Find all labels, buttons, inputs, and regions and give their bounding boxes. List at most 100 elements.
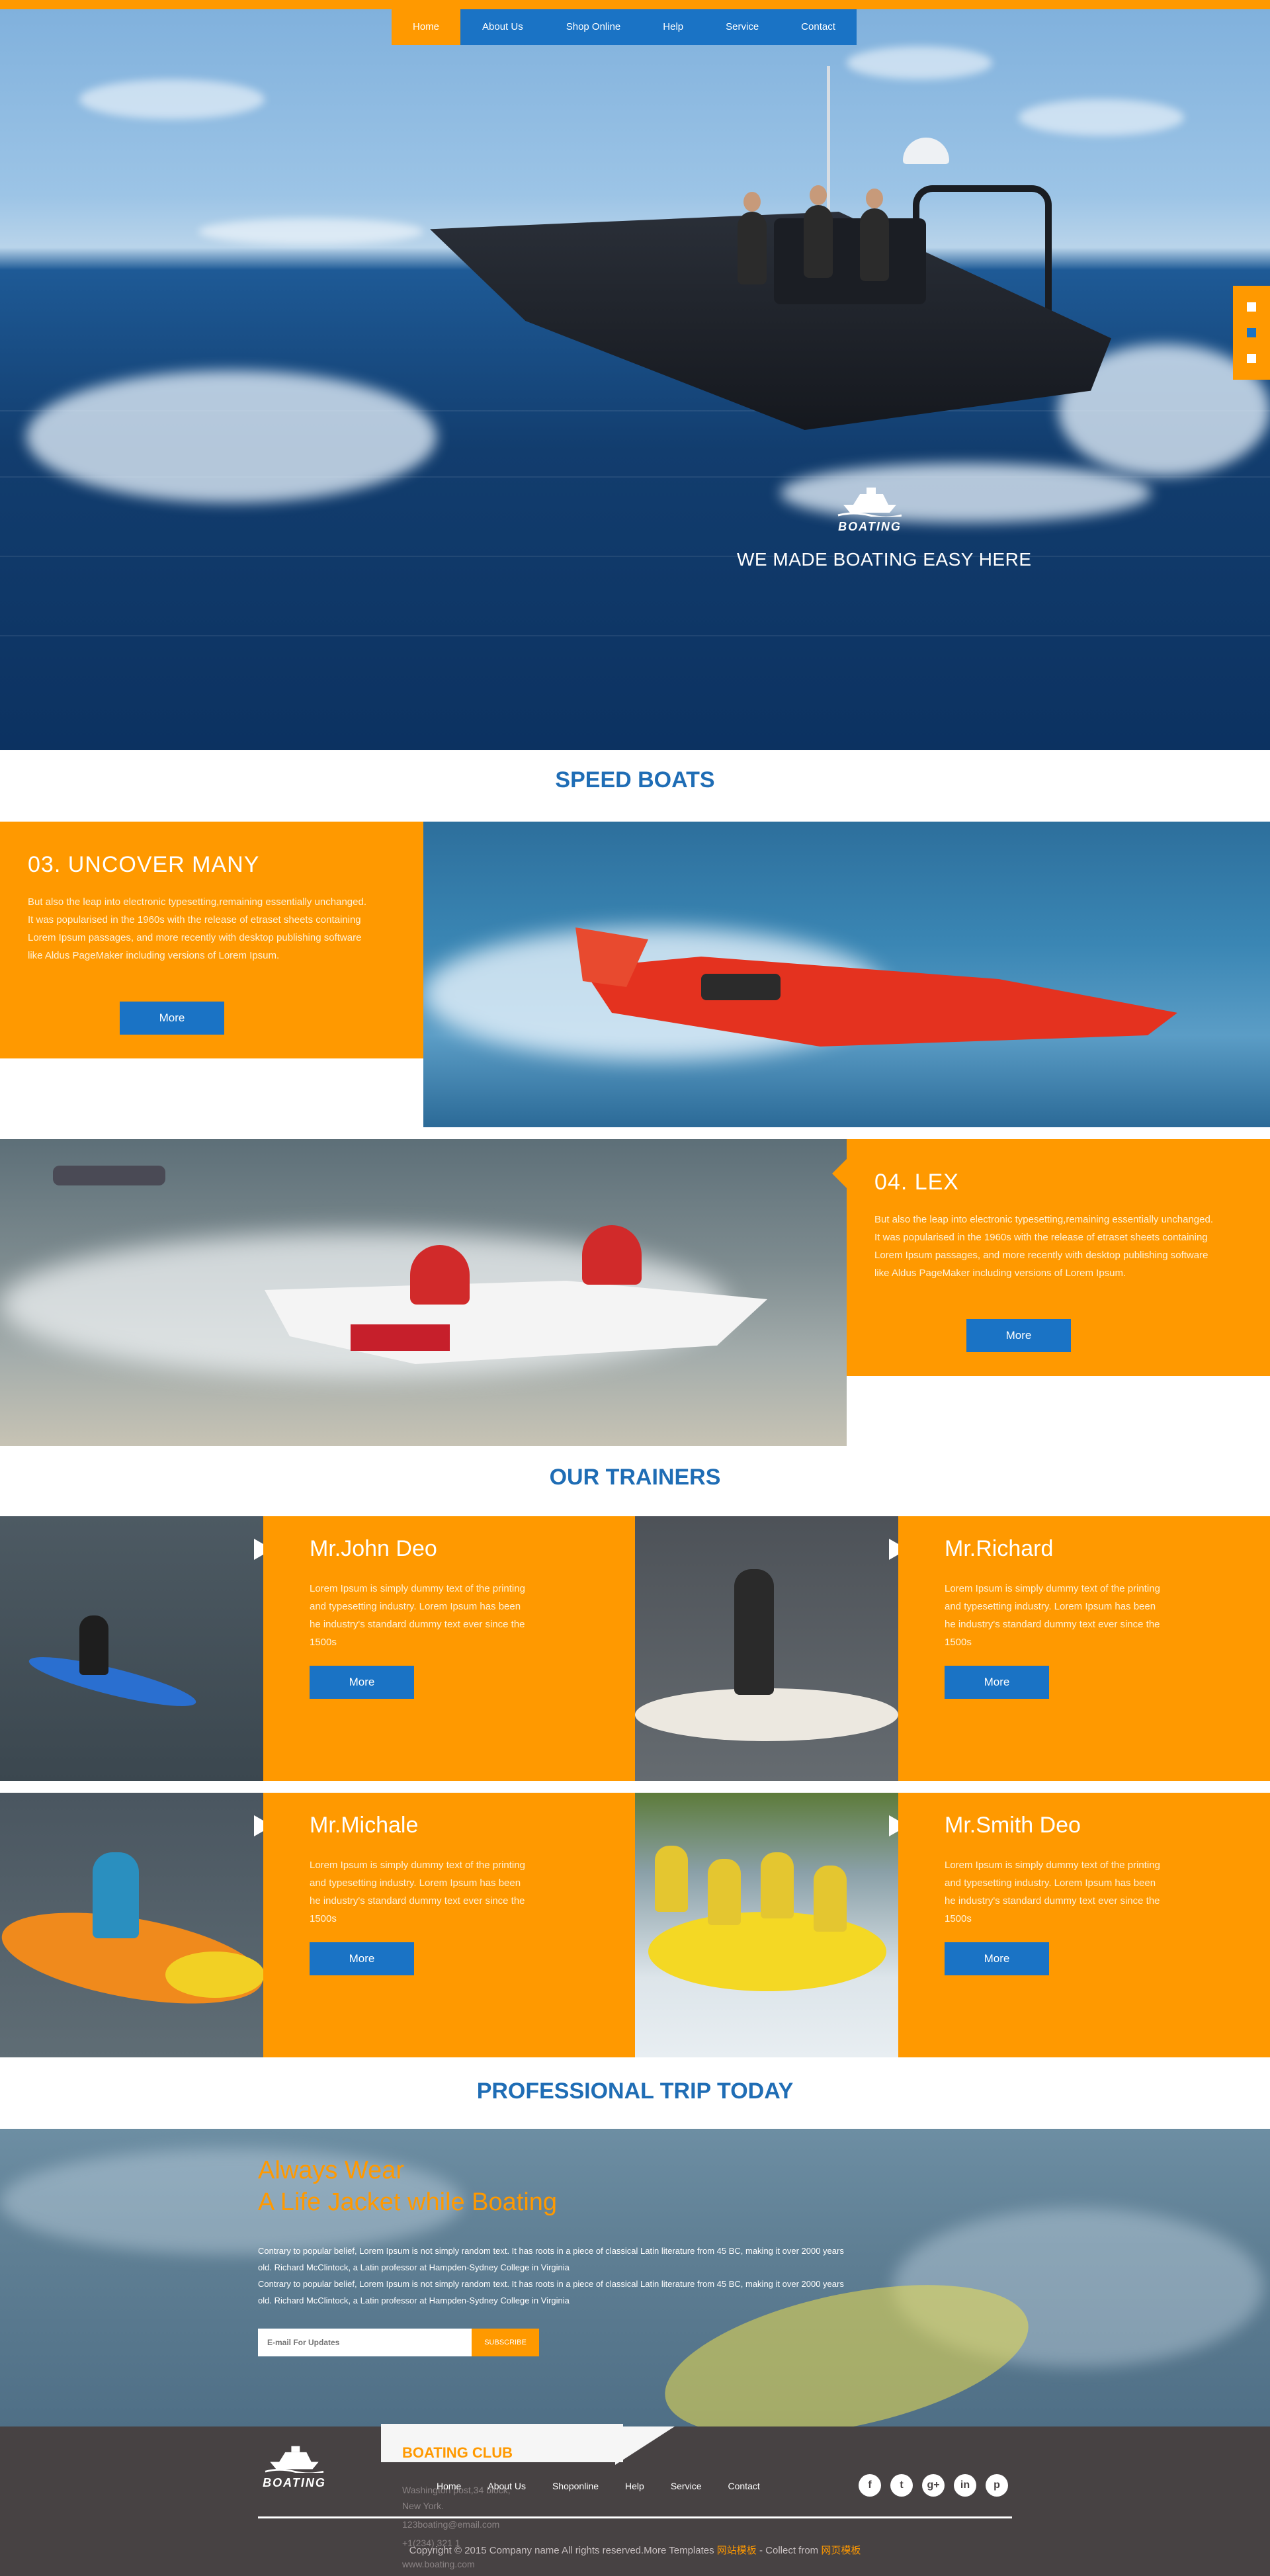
boat-passenger <box>738 192 767 284</box>
red-speedboat-photo <box>423 822 1270 1127</box>
club-banner-tail <box>615 2426 675 2465</box>
kayaker <box>93 1852 139 1938</box>
feature-text: But also the leap into electronic typese… <box>874 1214 1213 1279</box>
boat-console <box>774 218 926 304</box>
trainer-bio: Lorem Ipsum is simply dummy text of the … <box>945 1860 1160 1924</box>
footer-nav-service[interactable]: Service <box>671 2481 702 2491</box>
nav-service[interactable]: Service <box>704 9 781 45</box>
copyright-text: - Collect from <box>759 2545 819 2556</box>
main-nav: Home About Us Shop Online Help Service C… <box>392 9 857 45</box>
hero-tagline: WE MADE BOATING EASY HERE <box>737 549 1032 570</box>
footer-email[interactable]: 123boating@email.com <box>402 2519 499 2530</box>
slide-dot-1[interactable] <box>1247 302 1256 312</box>
logo-wordmark: BOATING <box>838 520 902 533</box>
footer-nav-contact[interactable]: Contact <box>728 2481 760 2491</box>
trip-paragraph: Contrary to popular belief, Lorem Ipsum … <box>258 2279 844 2305</box>
trainer-photo-rafting <box>635 1793 898 2057</box>
slide-dot-2[interactable] <box>1247 327 1256 337</box>
nav-help[interactable]: Help <box>642 9 705 45</box>
trainer-bio: Lorem Ipsum is simply dummy text of the … <box>310 1583 525 1648</box>
site-footer: BOATING CLUB BOATING Washington post,34 … <box>0 2424 1270 2576</box>
water-spray <box>26 370 437 503</box>
address-line: New York. <box>402 2501 444 2511</box>
twitter-icon[interactable]: t <box>890 2474 913 2497</box>
footer-nav-about-us[interactable]: About Us <box>487 2481 526 2491</box>
templates-link[interactable]: 网站模板 <box>717 2545 757 2556</box>
cloud <box>79 79 265 119</box>
cloud <box>198 218 423 245</box>
kayak <box>26 1648 199 1715</box>
trainer-card: Mr.Smith Deo Lorem Ipsum is simply dummy… <box>898 1793 1270 2057</box>
more-button[interactable]: More <box>945 1942 1049 1975</box>
club-title: BOATING CLUB <box>402 2444 513 2461</box>
trainer-photo-orange-kayak <box>0 1793 263 2057</box>
footer-nav: Home About Us Shoponline Help Service Co… <box>437 2481 786 2491</box>
footer-nav-shoponline[interactable]: Shoponline <box>552 2481 599 2491</box>
trip-heading-line2: A Life Jacket while Boating <box>258 2188 558 2216</box>
slide-dot-3[interactable] <box>1247 354 1256 364</box>
nav-about-us[interactable]: About Us <box>460 9 545 45</box>
more-button[interactable]: More <box>310 1666 414 1699</box>
trainer-name: Mr.Michale <box>310 1813 419 1838</box>
facebook-icon[interactable]: f <box>859 2474 881 2497</box>
section-title-speed-boats: SPEED BOATS <box>555 767 715 793</box>
more-button[interactable]: More <box>945 1666 1049 1699</box>
collect-link[interactable]: 网页模板 <box>821 2545 861 2556</box>
linkedin-icon[interactable]: in <box>954 2474 976 2497</box>
boat-mast <box>827 66 830 225</box>
footer-logo[interactable]: BOATING <box>258 2444 331 2490</box>
trainer-card: Mr.Michale Lorem Ipsum is simply dummy t… <box>263 1793 635 2057</box>
section-title-our-trainers: OUR TRAINERS <box>549 1465 721 1490</box>
slider-pagination <box>1233 286 1270 380</box>
trainer-name: Mr.Richard <box>945 1536 1054 1561</box>
nav-home[interactable]: Home <box>392 9 461 45</box>
subscribe-button[interactable]: SUBSCRIBE <box>472 2329 539 2356</box>
footer-nav-help[interactable]: Help <box>625 2481 644 2491</box>
social-links: f t g+ in p <box>859 2474 1008 2497</box>
section-title-professional-trip: PROFESSIONAL TRIP TODAY <box>476 2079 794 2104</box>
more-button[interactable]: More <box>120 1002 224 1035</box>
rafter <box>655 1846 688 1912</box>
trip-heading-line1: Always Wear <box>258 2157 405 2184</box>
lex-speedboat-photo <box>0 1139 847 1446</box>
racer <box>410 1245 470 1305</box>
nav-contact[interactable]: Contact <box>780 9 857 45</box>
logo-wordmark: BOATING <box>263 2476 326 2489</box>
trainer-card: Mr.Richard Lorem Ipsum is simply dummy t… <box>898 1516 1270 1781</box>
ship-icon <box>265 2446 324 2475</box>
top-accent-bar <box>0 0 1270 9</box>
hero-banner: Home About Us Shop Online Help Service C… <box>0 0 1270 750</box>
email-updates-input[interactable] <box>258 2329 472 2356</box>
racer <box>582 1225 642 1285</box>
rafter <box>761 1852 794 1918</box>
rafter <box>708 1859 741 1925</box>
trainer-photo-kayak <box>0 1516 263 1781</box>
trip-banner: Always Wear A Life Jacket while Boating … <box>0 2129 1270 2426</box>
trainer-name: Mr.Smith Deo <box>945 1813 1081 1838</box>
more-button[interactable]: More <box>966 1319 1071 1352</box>
boat-passenger <box>860 189 889 281</box>
pointer-arrow <box>832 1159 847 1188</box>
trainer-bio: Lorem Ipsum is simply dummy text of the … <box>310 1860 525 1924</box>
boat-decal <box>351 1324 450 1351</box>
footer-nav-home[interactable]: Home <box>437 2481 461 2491</box>
trainer-name: Mr.John Deo <box>310 1536 437 1561</box>
google-plus-icon[interactable]: g+ <box>922 2474 945 2497</box>
rafter <box>814 1866 847 1932</box>
ship-icon <box>837 488 902 519</box>
more-button[interactable]: More <box>310 1942 414 1975</box>
trainer-photo-paddleboard <box>635 1516 898 1781</box>
raft <box>648 1912 886 1991</box>
boat-passenger <box>804 185 833 278</box>
trainer-card: Mr.John Deo Lorem Ipsum is simply dummy … <box>263 1516 635 1781</box>
kayaker <box>79 1615 108 1675</box>
footer-divider <box>258 2516 1012 2518</box>
trainer-bio: Lorem Ipsum is simply dummy text of the … <box>945 1583 1160 1648</box>
pinterest-icon[interactable]: p <box>986 2474 1008 2497</box>
feature-box-lex: 04. LEX But also the leap into electroni… <box>847 1139 1270 1376</box>
hero-logo[interactable]: BOATING <box>830 485 910 534</box>
paddler <box>734 1569 774 1695</box>
nav-shop-online[interactable]: Shop Online <box>544 9 642 45</box>
background-boat <box>53 1166 165 1185</box>
footer-website[interactable]: www.boating.com <box>402 2559 475 2569</box>
